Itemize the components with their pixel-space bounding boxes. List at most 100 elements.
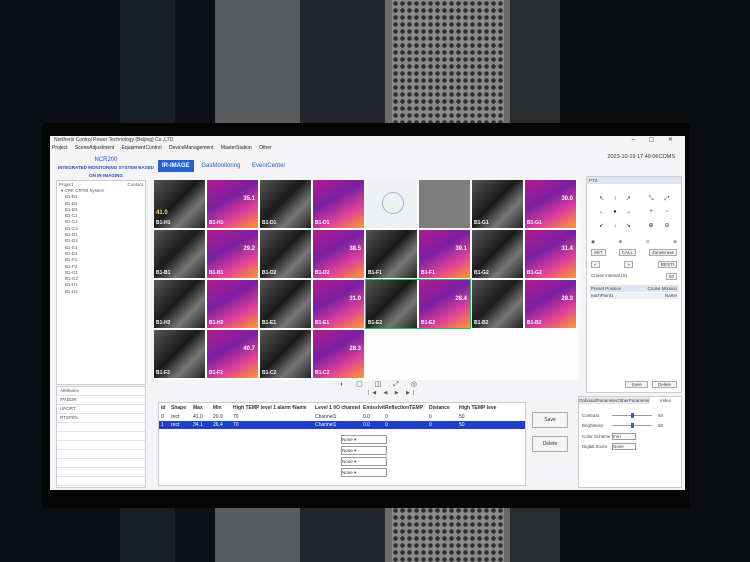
ptz-set-button[interactable]: SET — [591, 249, 606, 256]
tab-ir-image[interactable]: IR-IMAGE — [158, 160, 194, 172]
camera-cell[interactable]: B1-G2 B1-G2 31.4 — [472, 230, 576, 278]
slider-track[interactable] — [612, 413, 652, 418]
ptz-save-button[interactable]: Save — [625, 381, 648, 388]
ptz-direction-button[interactable]: ↙ — [595, 220, 608, 233]
cruise-interval-input[interactable]: 60 — [665, 273, 677, 280]
slider-knob[interactable] — [630, 413, 634, 418]
settings-tab[interactable]: OnboardParameter — [579, 397, 618, 404]
channel-dropdown[interactable]: None ▾ — [341, 457, 387, 466]
ptz-zoom-button[interactable]: ⊖ — [659, 220, 675, 233]
camera-visible-feed[interactable]: B1-E1 — [260, 280, 311, 328]
camera-thermal-feed[interactable]: B1-D2 38.5 — [313, 230, 364, 278]
camera-visible-feed[interactable]: B1-G2 — [472, 230, 523, 278]
camera-visible-feed[interactable]: B1-E2 — [366, 280, 417, 328]
channel-dropdown[interactable]: None ▾ — [341, 468, 387, 477]
camera-cell[interactable]: B1-D2 B1-D2 38.5 — [260, 230, 364, 278]
camera-thermal-feed[interactable]: B1-H2 — [207, 280, 258, 328]
ptz-function-icon[interactable]: ◉ — [591, 239, 595, 245]
slider-knob[interactable] — [630, 423, 634, 428]
camera-visible-feed[interactable]: B1-F1 — [366, 230, 417, 278]
ptz-direction-button[interactable]: ↘ — [622, 220, 635, 233]
camera-visible-feed[interactable]: B1-B1 — [154, 230, 205, 278]
table-save-button[interactable]: Save — [532, 412, 568, 428]
camera-thermal-feed[interactable]: B1-D1 — [313, 180, 364, 228]
ptz-direction-button[interactable]: ↑ — [608, 193, 621, 206]
channel-dropdown[interactable]: None ▾ — [341, 446, 387, 455]
window-controls[interactable]: – ▢ ✕ — [632, 136, 679, 143]
camera-thermal-feed[interactable]: B1-F1 39.1 — [419, 230, 470, 278]
camera-cell[interactable]: B1-E2 B1-E2 28.4 — [365, 279, 471, 329]
camera-thermal-feed[interactable]: B1-F2 40.7 — [207, 330, 258, 378]
slider-track[interactable] — [612, 423, 652, 428]
camera-thermal-feed[interactable]: B1-B1 29.2 — [207, 230, 258, 278]
table-delete-button[interactable]: Delete — [532, 436, 568, 452]
menu-device-management[interactable]: DeviceManagement — [169, 145, 213, 151]
ptz-function-icon[interactable]: ⊙ — [646, 239, 650, 245]
camera-visible-feed[interactable]: B1-D2 — [260, 230, 311, 278]
ptz-direction-button[interactable]: ↖ — [595, 193, 608, 206]
camera-thermal-feed[interactable]: B1-H1 35.1 — [207, 180, 258, 228]
table-row[interactable]: 0 rect 41.0 20.9 70 Channel1 0.0 0 0 50 — [159, 413, 525, 421]
camera-visible-feed[interactable] — [366, 180, 417, 228]
tree-item[interactable]: B1-H2 — [57, 289, 145, 295]
camera-cell[interactable]: B1-B1 B1-B1 29.2 — [154, 230, 258, 278]
ptz-direction-button[interactable]: ↗ — [622, 193, 635, 206]
camera-cell[interactable]: B1-B2 B1-B2 28.3 — [472, 280, 576, 328]
camera-visible-feed[interactable]: B1-H1 41.0 — [154, 180, 205, 228]
camera-cell[interactable]: B1-H1 41.0 B1-H1 35.1 — [154, 180, 258, 228]
camera-thermal-feed[interactable]: B1-E1 31.0 — [313, 280, 364, 328]
camera-thermal-feed[interactable]: B1-G2 31.4 — [525, 230, 576, 278]
ptz-direction-button[interactable]: ↓ — [608, 220, 621, 233]
camera-thermal-feed[interactable]: B1-B2 28.3 — [525, 280, 576, 328]
camera-thermal-feed[interactable]: B1-G1 30.0 — [525, 180, 576, 228]
ptz-zoom-button[interactable]: + — [643, 206, 659, 219]
tab-event-center[interactable]: EventCenter — [248, 160, 289, 172]
ptz-zone-erase-button[interactable]: ZoneErase — [648, 249, 677, 256]
ptz-reset-button[interactable]: RESTI — [657, 261, 677, 268]
menu-master-station[interactable]: MasterStation — [221, 145, 252, 151]
camera-cell[interactable]: B1-D1 B1-D1 — [260, 180, 364, 228]
camera-visible-feed[interactable]: B1-H2 — [154, 280, 205, 328]
ptz-call-button[interactable]: CALL — [618, 249, 636, 256]
ptz-function-icon[interactable]: ⊗ — [673, 239, 677, 245]
menu-equipment-control[interactable]: EquipmentControl — [122, 145, 162, 151]
ptz-next-button[interactable]: » — [624, 261, 633, 268]
camera-cell[interactable]: B1-E1 B1-E1 31.0 — [260, 280, 364, 328]
camera-visible-feed[interactable]: B1-C2 — [260, 330, 311, 378]
ptz-zoom-button[interactable]: ⊕ — [643, 220, 659, 233]
settings-tab[interactable]: OtherParameter — [618, 397, 650, 404]
camera-cell[interactable]: B1-G1 B1-G1 30.0 — [472, 180, 576, 228]
camera-visible-feed[interactable]: B1-G1 — [472, 180, 523, 228]
camera-visible-feed[interactable]: B1-D1 — [260, 180, 311, 228]
camera-thermal-feed[interactable]: B1-E2 28.4 — [419, 280, 470, 328]
camera-thermal-feed[interactable]: B1-C2 28.3 — [313, 330, 364, 378]
camera-cell[interactable]: B1-C2 B1-C2 28.3 — [260, 330, 364, 378]
ptz-delete-button[interactable]: Delete — [651, 381, 677, 388]
ptz-prev-button[interactable]: « — [591, 261, 600, 268]
ptz-direction-button[interactable]: ← — [595, 206, 608, 219]
camera-visible-feed[interactable]: B1-F2 — [154, 330, 205, 378]
camera-visible-feed[interactable]: B1-B2 — [472, 280, 523, 328]
menu-project[interactable]: Project — [52, 145, 68, 151]
ptz-zoom-button[interactable]: − — [659, 206, 675, 219]
camera-thermal-feed[interactable] — [419, 180, 470, 228]
select-box[interactable]: Iron — [612, 433, 636, 440]
channel-dropdown[interactable]: None ▾ — [341, 435, 387, 444]
menu-scene-adjustment[interactable]: SceneAdjustment — [75, 145, 114, 151]
camera-cell[interactable]: B1-F1 B1-F1 39.1 — [366, 230, 470, 278]
tab-gas-monitoring[interactable]: GasMonitoring — [197, 160, 244, 172]
ptz-direction-button[interactable]: → — [622, 206, 635, 219]
grid-pager[interactable]: |◀ ◀ ▶ ▶| — [368, 390, 417, 396]
settings-tab[interactable]: Video — [649, 397, 681, 404]
camera-cell[interactable] — [366, 180, 470, 228]
ptz-zoom-button[interactable]: ⤡ — [643, 193, 659, 206]
grid-view-controls[interactable]: ◐ ▢ ◫ ⤢ ◎ — [340, 380, 422, 389]
camera-cell[interactable]: B1-F2 B1-F2 40.7 — [154, 330, 258, 378]
select-box[interactable]: None — [612, 443, 636, 450]
ptz-direction-button[interactable]: ● — [608, 206, 621, 219]
camera-cell[interactable]: B1-H2 B1-H2 — [154, 280, 258, 328]
ptz-zoom-button[interactable]: ⤢ — [659, 193, 675, 206]
preset-table-row[interactable]: eachPoint1 Name — [589, 293, 679, 299]
ptz-function-icon[interactable]: ⊕ — [619, 239, 623, 245]
table-row[interactable]: 1 rect 34.1 26.4 70 Channel1 0.0 0 0 50 — [159, 421, 525, 429]
